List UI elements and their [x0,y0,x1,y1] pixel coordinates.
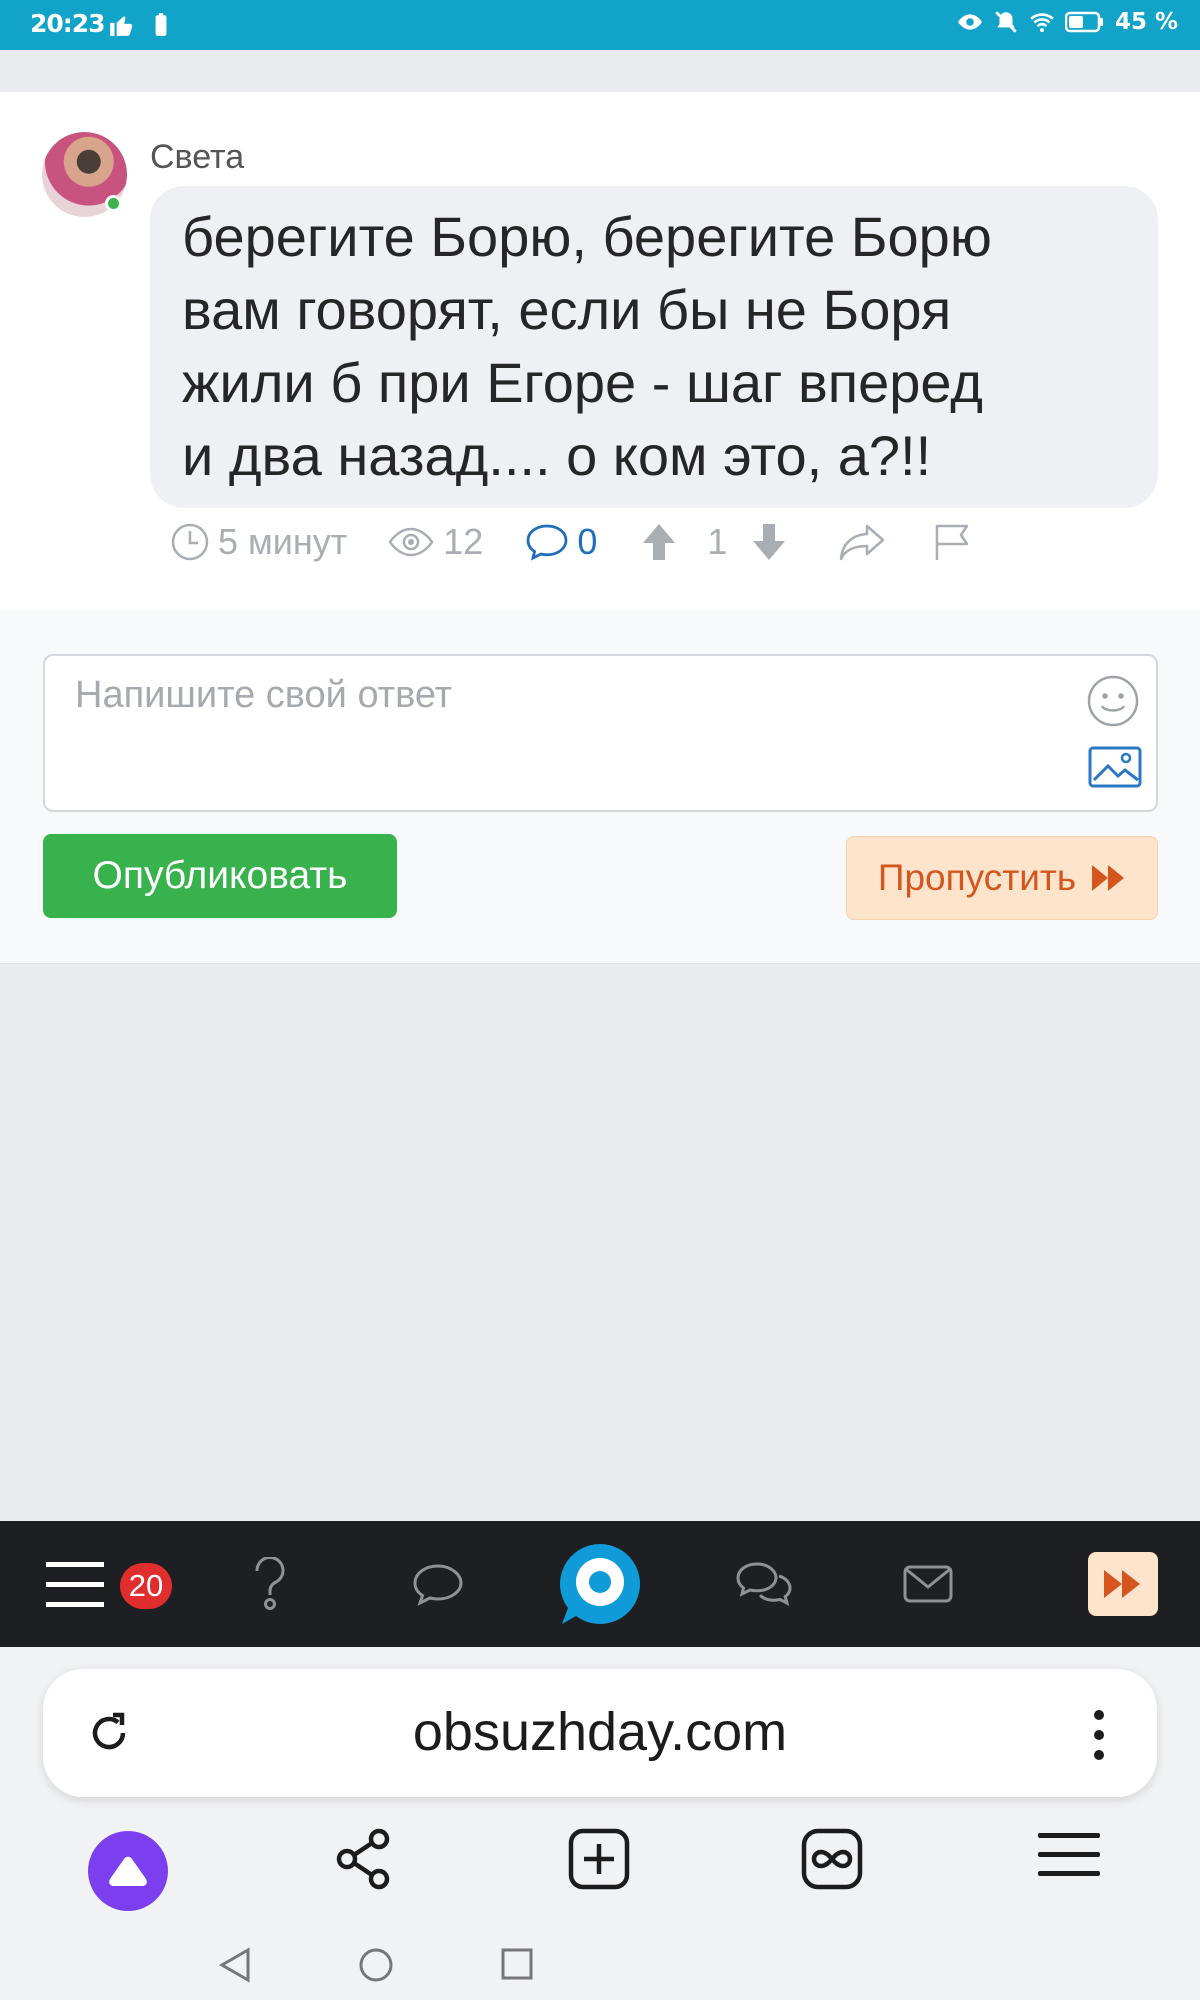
post-card: Света берегите Борю, берегите Борю вам г… [0,92,1200,610]
alice-assistant-button[interactable] [88,1831,168,1911]
reply-panel: Напишите свой ответ Опубликовать Пропуст… [0,610,1200,964]
online-status-icon [105,195,122,212]
skip-icon [1088,1552,1158,1616]
home-logo-icon [560,1544,640,1624]
nav-discussions-button[interactable] [734,1521,794,1647]
status-time: 20:23 [30,9,106,38]
battery-saver-icon [155,13,167,36]
author-name[interactable]: Света [150,138,244,177]
eye-icon [958,14,982,30]
reply-input[interactable]: Напишите свой ответ [43,654,1158,812]
nav-mail-button[interactable] [898,1521,958,1647]
post-views: 12 [387,521,483,563]
more-options-icon[interactable] [1091,1707,1107,1763]
upvote-icon[interactable] [639,521,679,563]
reply-placeholder: Напишите свой ответ [75,674,453,716]
battery-icon [1064,11,1103,33]
new-tab-icon[interactable] [567,1827,631,1891]
url-text[interactable]: obsuzhday.com [43,1701,1157,1763]
clock-icon [171,523,209,561]
wifi-icon [1030,13,1054,33]
nav-menu-button[interactable] [42,1521,108,1647]
eye-icon [388,527,434,557]
question-icon [255,1557,285,1610]
skip-button[interactable]: Пропустить [846,836,1158,920]
flag-icon[interactable] [931,520,975,564]
skip-label: Пропустить [877,857,1077,898]
mute-icon [995,11,1017,33]
browser-chrome: obsuzhday.com [0,1647,1200,2000]
smile-icon[interactable] [1086,674,1140,728]
nav-chat-button[interactable] [408,1521,468,1647]
thumb-up-icon [110,16,133,36]
share-icon[interactable] [334,1827,394,1891]
notifications-badge[interactable]: 20 [120,1563,172,1609]
battery-percent: 45 % [1114,9,1178,35]
site-nav: 20 [0,1521,1200,1647]
menu-icon [46,1562,104,1607]
share-icon[interactable] [837,521,887,563]
image-upload-icon[interactable] [1088,746,1142,788]
comments-count: 0 [577,521,598,562]
comment-icon [526,524,568,561]
browser-menu-icon[interactable] [1038,1827,1100,1883]
downvote-icon[interactable] [749,521,789,563]
nav-skip-button[interactable] [1088,1521,1158,1647]
views-count: 12 [443,521,484,562]
system-home-icon[interactable] [358,1947,394,1983]
status-bar: 20:23 45 % [0,0,1200,50]
discussions-icon [736,1562,792,1606]
alice-icon [109,1856,147,1886]
nav-questions-button[interactable] [240,1521,300,1647]
chat-icon [413,1564,463,1606]
time-ago: 5 минут [218,521,348,562]
post-meta: 5 минут 12 0 1 [170,517,975,567]
post-comments[interactable]: 0 [525,521,597,563]
system-recents-icon[interactable] [500,1947,534,1981]
post-time: 5 минут [170,521,347,563]
fast-forward-icon [1092,865,1125,891]
address-bar[interactable]: obsuzhday.com [43,1669,1157,1797]
post-text: берегите Борю, берегите Борю вам говорят… [150,186,1158,508]
nav-home-button[interactable] [556,1521,644,1647]
system-back-icon[interactable] [218,1947,252,1983]
rating-count: 1 [707,521,728,562]
tabs-icon[interactable] [800,1827,864,1891]
publish-button[interactable]: Опубликовать [43,834,397,918]
mail-icon [903,1565,953,1603]
